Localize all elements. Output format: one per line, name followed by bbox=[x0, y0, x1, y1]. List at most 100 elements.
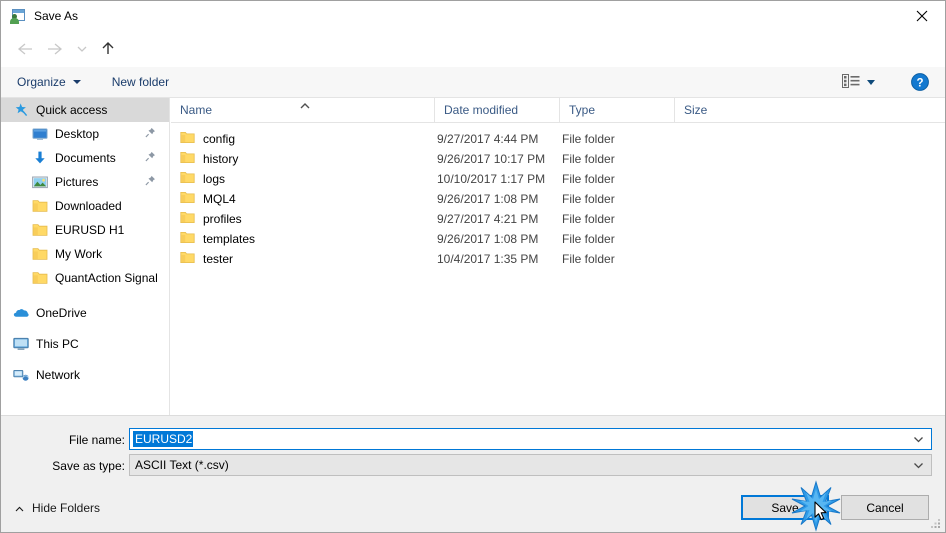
sidebar-item-downloaded[interactable]: Downloaded bbox=[1, 194, 169, 218]
table-row[interactable]: MQL4 9/26/2017 1:08 PM File folder bbox=[171, 189, 945, 209]
table-row[interactable]: templates 9/26/2017 1:08 PM File folder bbox=[171, 229, 945, 249]
folder-icon bbox=[180, 251, 195, 267]
file-date-cell: 9/27/2017 4:21 PM bbox=[437, 212, 539, 226]
table-row[interactable]: config 9/27/2017 4:44 PM File folder bbox=[171, 129, 945, 149]
file-name-cell: profiles bbox=[171, 211, 434, 227]
help-icon[interactable]: ? bbox=[911, 73, 929, 91]
up-one-level-button[interactable] bbox=[96, 37, 120, 61]
file-name-label: MQL4 bbox=[203, 192, 236, 206]
save-as-type-select[interactable]: ASCII Text (*.csv) bbox=[129, 454, 932, 476]
chevron-down-icon[interactable] bbox=[905, 455, 931, 475]
file-name-label: File name: bbox=[68, 433, 125, 447]
folder-icon bbox=[180, 151, 195, 167]
forward-button[interactable] bbox=[44, 37, 68, 61]
list-view-icon bbox=[842, 73, 860, 92]
command-bar: Organize New folder ? bbox=[1, 67, 945, 98]
sidebar-item-desktop[interactable]: Desktop bbox=[1, 122, 169, 146]
file-date-cell: 9/26/2017 1:08 PM bbox=[437, 232, 539, 246]
folder-icon bbox=[180, 171, 195, 187]
window-title: Save As bbox=[34, 9, 79, 23]
folder-icon bbox=[180, 191, 195, 207]
file-type-cell: File folder bbox=[562, 232, 615, 246]
close-button[interactable] bbox=[899, 1, 945, 31]
file-date-cell: 9/26/2017 10:17 PM bbox=[437, 152, 546, 166]
new-folder-button[interactable]: New folder bbox=[112, 67, 169, 97]
file-rows-container: config 9/27/2017 4:44 PM File folder his… bbox=[171, 123, 945, 269]
sidebar-item-label: OneDrive bbox=[36, 306, 87, 320]
file-type-cell: File folder bbox=[562, 172, 615, 186]
view-mode-button[interactable] bbox=[842, 72, 888, 92]
file-name-label: history bbox=[203, 152, 239, 166]
sidebar-item-network[interactable]: Network bbox=[1, 363, 169, 387]
folder-icon bbox=[180, 211, 195, 227]
resize-grip[interactable] bbox=[930, 518, 942, 530]
sidebar-item-label: EURUSD H1 bbox=[55, 223, 125, 237]
sort-ascending-icon bbox=[299, 99, 311, 113]
column-header-date-modified[interactable]: Date modified bbox=[434, 98, 559, 122]
file-name-cell: templates bbox=[171, 231, 434, 247]
file-name-value[interactable]: EURUSD2 bbox=[133, 431, 194, 447]
folder-icon bbox=[32, 270, 48, 286]
table-row[interactable]: logs 10/10/2017 1:17 PM File folder bbox=[171, 169, 945, 189]
file-name-label: logs bbox=[203, 172, 226, 186]
sidebar-item-my-work[interactable]: My Work bbox=[1, 242, 169, 266]
file-type-cell: File folder bbox=[562, 192, 615, 206]
sidebar-item-onedrive[interactable]: OneDrive bbox=[1, 301, 169, 325]
navigation-bar: « Roaming › MetaQuotes › Terminal › 9155… bbox=[1, 31, 945, 91]
documents-download-icon bbox=[32, 150, 48, 166]
file-list-pane[interactable]: Name Date modified Type Size config 9/27… bbox=[171, 98, 945, 415]
table-row[interactable]: history 9/26/2017 10:17 PM File folder bbox=[171, 149, 945, 169]
pin-icon[interactable] bbox=[145, 151, 156, 165]
new-folder-label: New folder bbox=[111, 75, 170, 89]
sidebar-item-eurusd-h1[interactable]: EURUSD H1 bbox=[1, 218, 169, 242]
cancel-button-label: Cancel bbox=[866, 500, 904, 515]
column-header-type[interactable]: Type bbox=[559, 98, 674, 122]
file-type-cell: File folder bbox=[562, 152, 615, 166]
sidebar-item-label: Quick access bbox=[36, 103, 108, 117]
sidebar-item-quick-access[interactable]: Quick access bbox=[1, 98, 169, 122]
table-row[interactable]: profiles 9/27/2017 4:21 PM File folder bbox=[171, 209, 945, 229]
folder-icon bbox=[180, 131, 195, 147]
sidebar-item-label: Documents bbox=[55, 151, 116, 165]
pictures-icon bbox=[32, 174, 48, 190]
folder-icon bbox=[180, 231, 195, 247]
pin-icon[interactable] bbox=[145, 127, 156, 141]
column-header-size[interactable]: Size bbox=[674, 98, 754, 122]
save-as-type-label: Save as type: bbox=[52, 459, 125, 473]
cancel-button[interactable]: Cancel bbox=[841, 495, 929, 520]
chevron-down-icon[interactable] bbox=[905, 429, 931, 449]
title-bar: Save As bbox=[1, 1, 945, 31]
file-date-cell: 9/27/2017 4:44 PM bbox=[437, 132, 539, 146]
column-headers: Name Date modified Type Size bbox=[171, 98, 945, 123]
file-name-cell: logs bbox=[171, 171, 434, 187]
file-name-label: tester bbox=[203, 252, 234, 266]
sidebar-item-this-pc[interactable]: This PC bbox=[1, 332, 169, 356]
file-date-cell: 10/10/2017 1:17 PM bbox=[437, 172, 546, 186]
file-type-cell: File folder bbox=[562, 132, 615, 146]
organize-button[interactable]: Organize bbox=[17, 67, 81, 97]
recent-locations-button[interactable] bbox=[74, 37, 90, 61]
sidebar-item-quantaction-signal[interactable]: QuantAction Signal bbox=[1, 266, 169, 290]
folder-icon bbox=[32, 198, 48, 214]
navigation-sidebar[interactable]: Quick access Desktop Documents Pictures … bbox=[1, 98, 170, 415]
sidebar-item-pictures[interactable]: Pictures bbox=[1, 170, 169, 194]
sidebar-item-label: Downloaded bbox=[55, 199, 122, 213]
this-pc-icon bbox=[13, 336, 29, 352]
star-pin-icon bbox=[13, 102, 29, 118]
desktop-icon bbox=[32, 126, 48, 142]
table-row[interactable]: tester 10/4/2017 1:35 PM File folder bbox=[171, 249, 945, 269]
sidebar-item-label: This PC bbox=[36, 337, 79, 351]
folder-icon bbox=[32, 222, 48, 238]
hide-folders-button[interactable]: Hide Folders bbox=[15, 501, 100, 515]
file-name-cell: config bbox=[171, 131, 434, 147]
pin-icon[interactable] bbox=[145, 175, 156, 189]
back-button[interactable] bbox=[12, 37, 36, 61]
sidebar-item-label: Desktop bbox=[55, 127, 100, 141]
file-type-cell: File folder bbox=[562, 212, 615, 226]
organize-label: Organize bbox=[17, 75, 66, 89]
svg-text:?: ? bbox=[916, 77, 923, 89]
file-name-cell: MQL4 bbox=[171, 191, 434, 207]
save-button[interactable]: Save bbox=[741, 495, 829, 520]
sidebar-item-documents[interactable]: Documents bbox=[1, 146, 169, 170]
file-name-input[interactable]: EURUSD2 bbox=[129, 428, 932, 450]
